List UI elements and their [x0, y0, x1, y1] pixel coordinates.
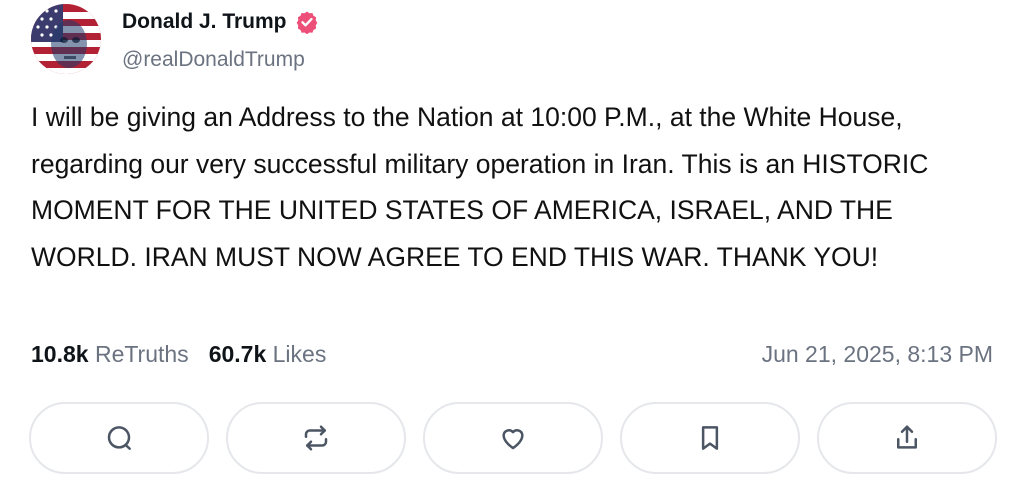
post-body-text: I will be giving an Address to the Natio… — [31, 102, 929, 272]
author-name-row: Donald J. Trump — [122, 10, 319, 35]
like-button[interactable] — [423, 402, 603, 474]
likes-count: 60.7k — [208, 341, 267, 367]
author-display-name[interactable]: Donald J. Trump — [122, 10, 287, 34]
post-card: Donald J. Trump @realDonaldTrump I will … — [0, 0, 1024, 478]
post-timestamp[interactable]: Jun 21, 2025, 8:13 PM — [762, 341, 993, 368]
retruth-button[interactable] — [226, 402, 406, 474]
share-button[interactable] — [817, 402, 997, 474]
likes-stat[interactable]: 60.7k Likes — [209, 341, 327, 368]
retruths-stat[interactable]: 10.8k ReTruths — [31, 341, 189, 368]
comment-icon — [107, 426, 131, 450]
avatar[interactable] — [31, 4, 101, 74]
post-stats: 10.8k ReTruths 60.7k Likes — [31, 341, 326, 368]
heart-icon — [502, 429, 524, 450]
retruths-count: 10.8k — [31, 341, 89, 367]
retruths-label: ReTruths — [94, 341, 189, 367]
bookmark-button[interactable] — [620, 402, 800, 474]
repost-icon — [304, 425, 328, 451]
verified-badge-icon — [295, 10, 319, 35]
author-handle[interactable]: @realDonaldTrump — [122, 48, 305, 72]
share-icon — [897, 425, 917, 449]
flag-portrait-avatar-icon — [31, 4, 101, 74]
action-bar — [29, 402, 997, 474]
reply-button[interactable] — [29, 402, 209, 474]
bookmark-icon — [701, 426, 719, 450]
likes-label: Likes — [272, 341, 327, 367]
